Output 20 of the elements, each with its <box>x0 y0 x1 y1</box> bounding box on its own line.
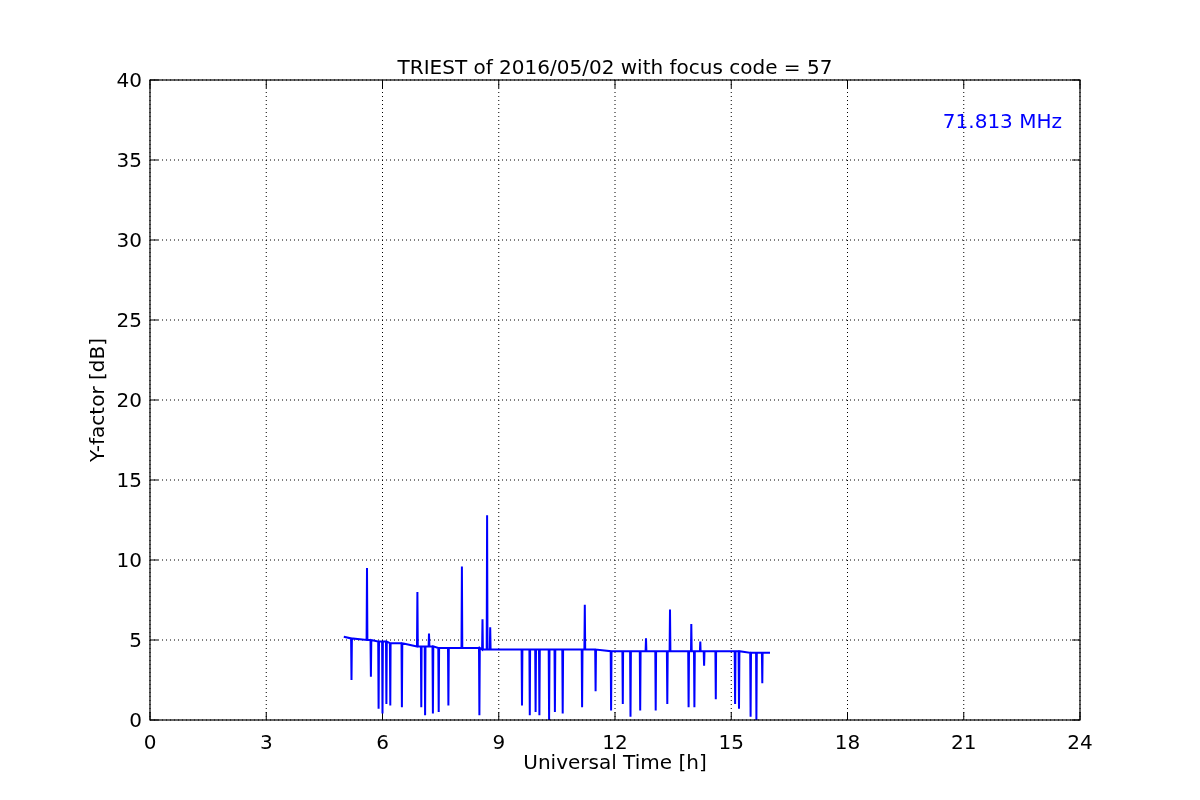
x-tick-label: 3 <box>259 730 273 754</box>
y-tick-label: 25 <box>116 308 142 332</box>
y-tick-label: 15 <box>116 468 142 492</box>
chart-title: TRIEST of 2016/05/02 with focus code = 57 <box>397 55 833 79</box>
x-tick-label: 18 <box>834 730 861 754</box>
x-tick-label: 6 <box>376 730 389 754</box>
x-tick-label: 24 <box>1067 730 1093 754</box>
y-tick-label: 0 <box>129 708 142 732</box>
y-tick-label: 30 <box>116 228 142 252</box>
y-tick-label: 35 <box>116 148 142 172</box>
x-tick-label: 0 <box>143 730 157 754</box>
y-tick-label: 20 <box>116 388 142 412</box>
y-tick-label: 10 <box>116 548 142 572</box>
y-tick-label: 40 <box>116 68 142 92</box>
x-tick-label: 9 <box>492 730 506 754</box>
y-axis-label: Y-factor [dB] <box>85 338 109 462</box>
x-tick-label: 15 <box>718 730 744 754</box>
x-tick-label: 21 <box>951 730 977 754</box>
y-tick-label: 5 <box>129 628 142 652</box>
frequency-label: 71.813 MHz <box>942 109 1062 133</box>
